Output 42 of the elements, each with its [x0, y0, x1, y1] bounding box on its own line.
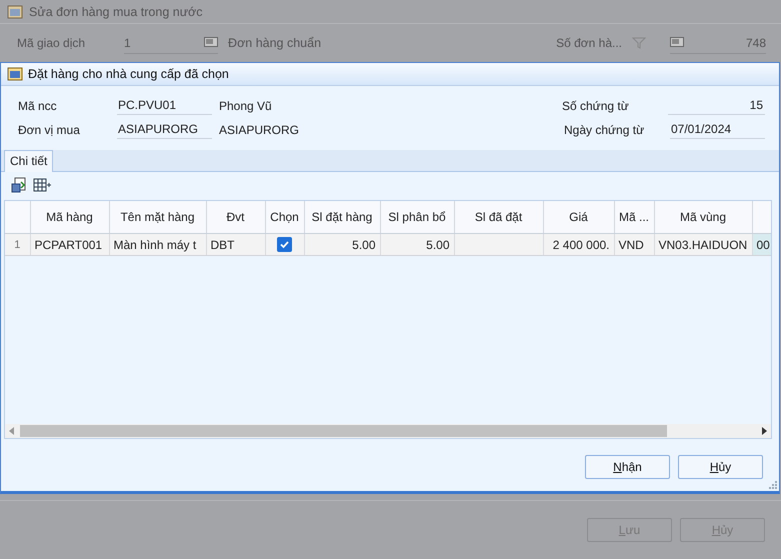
dialog-button[interactable]: Hủy — [678, 455, 763, 479]
table-cell: DBT — [210, 238, 234, 252]
checkbox[interactable] — [277, 237, 292, 252]
field-label: Mã ncc — [18, 98, 58, 112]
dialog-button[interactable]: Nhận — [585, 455, 670, 479]
supplier-name: Phong Vũ — [219, 98, 272, 112]
window-icon — [7, 4, 23, 18]
field-label: Số đơn hà... — [556, 36, 622, 50]
lookup-icon — [670, 37, 684, 48]
dialog-title: Đặt hàng cho nhà cung cấp đã chọn — [28, 67, 229, 81]
table-cell: 5.00 — [426, 238, 450, 252]
table-cell: PCPART001 — [34, 238, 102, 252]
field-label: Đơn hàng chuẩn — [228, 36, 322, 50]
lookup-icon — [204, 37, 218, 48]
field-label: Số chứng từ — [562, 98, 630, 112]
voucher-number-field[interactable]: 15 — [668, 96, 765, 114]
tab[interactable]: Chi tiết — [4, 150, 54, 172]
table-cell: 00 — [756, 238, 770, 252]
buyer-name: ASIAPURORG — [219, 122, 300, 136]
scroll-right-icon[interactable] — [761, 427, 767, 435]
field-label: Ngày chứng từ — [564, 122, 646, 136]
supplier-code-field[interactable]: PC.PVU01 — [117, 96, 212, 114]
table-cell: Màn hình máy t — [114, 238, 196, 252]
column-header[interactable]: Giá — [569, 210, 588, 224]
table-cell: VND — [618, 238, 644, 252]
export-icon[interactable] — [11, 177, 27, 193]
table-cell: 2 400 000. — [552, 238, 610, 252]
window-icon — [7, 67, 23, 81]
field-label: Đơn vị mua — [18, 122, 81, 136]
horizontal-scrollbar[interactable] — [5, 424, 771, 438]
voucher-date-field[interactable]: 07/01/2024 — [670, 120, 765, 138]
resize-grip-icon[interactable] — [768, 480, 777, 489]
columns-icon[interactable] — [33, 177, 51, 193]
row-number: 1 — [14, 238, 20, 250]
buyer-code-field[interactable]: ASIAPURORG — [117, 120, 212, 138]
scroll-left-icon[interactable] — [9, 427, 15, 435]
window-title: Sửa đơn hàng mua trong nước — [29, 4, 203, 18]
checkmark-icon — [279, 239, 290, 250]
table-cell: 5.00 — [352, 238, 376, 252]
table-cell: VN03.HAIDUON — [658, 238, 748, 252]
column-header[interactable]: Đvt — [226, 210, 244, 224]
field-label: Mã giao dịch — [17, 36, 86, 50]
